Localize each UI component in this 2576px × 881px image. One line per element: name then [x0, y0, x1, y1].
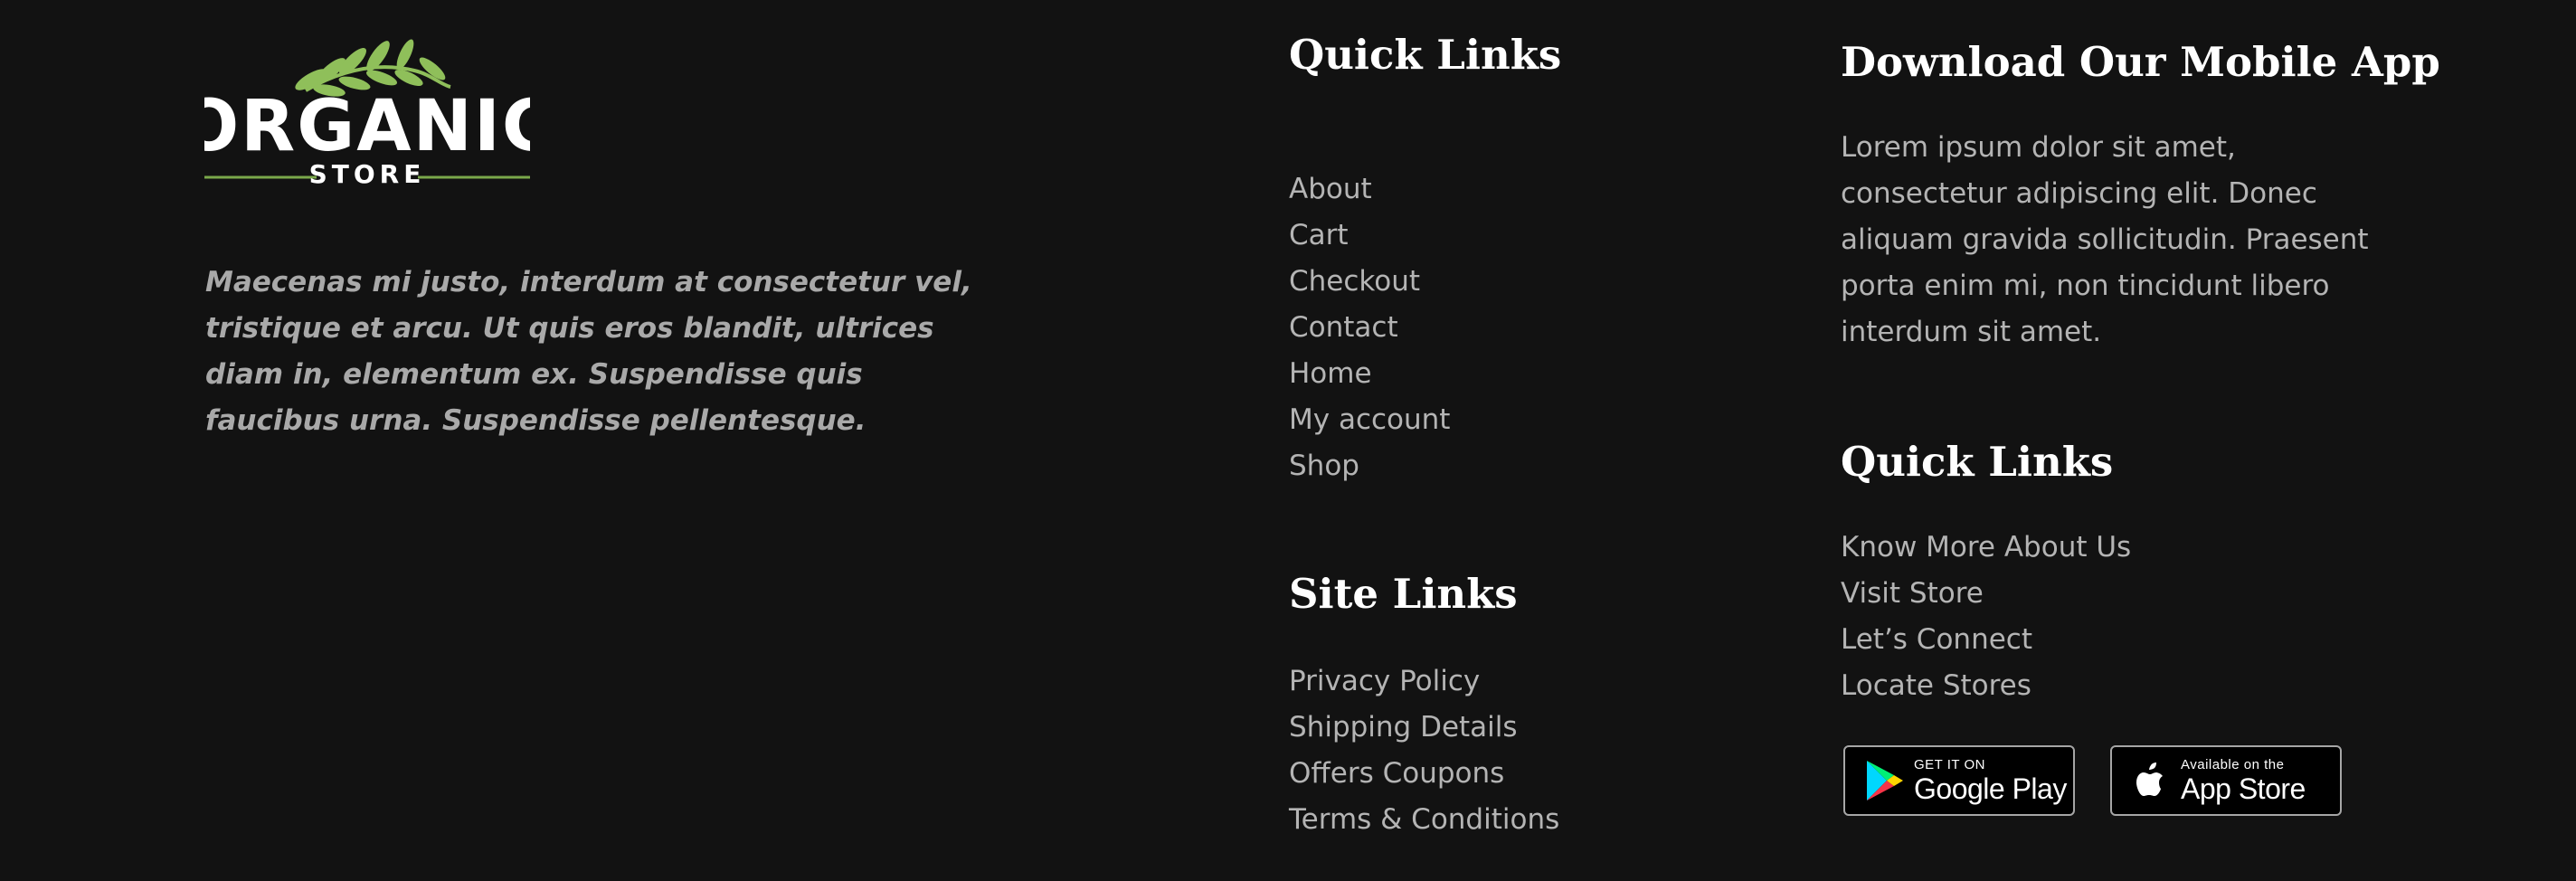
site-links-heading: Site Links [1289, 570, 1518, 618]
site-link-terms-conditions[interactable]: Terms & Conditions [1289, 797, 1559, 843]
logo-graphic: ORGANIC STORE [204, 39, 530, 185]
logo-word: ORGANIC [204, 86, 530, 167]
google-play-icon [1867, 761, 1903, 800]
site-link-shipping-details[interactable]: Shipping Details [1289, 705, 1559, 751]
google-badge-big: Google Play [1914, 772, 2067, 805]
quick-links-2-list: Know More About Us Visit Store Let’s Con… [1841, 525, 2131, 709]
apple-badge-big: App Store [2181, 772, 2306, 805]
app-store-badge[interactable]: Available on the App Store [2110, 745, 2342, 816]
quick-links-heading: Quick Links [1289, 31, 1562, 79]
quick-link-about[interactable]: About [1289, 166, 1450, 213]
mobile-app-heading: Download Our Mobile App [1841, 38, 2440, 86]
quick-link-home[interactable]: Home [1289, 351, 1450, 397]
google-play-badge[interactable]: GET IT ON Google Play [1843, 745, 2075, 816]
brand-description: Maecenas mi justo, interdum at consectet… [205, 266, 972, 437]
quick-link-my-account[interactable]: My account [1289, 397, 1450, 443]
quick-links-list: About Cart Checkout Contact Home My acco… [1289, 166, 1450, 489]
link-visit-store[interactable]: Visit Store [1841, 571, 2131, 617]
site-link-offers-coupons[interactable]: Offers Coupons [1289, 751, 1559, 797]
organic-store-logo[interactable]: ORGANIC STORE [204, 34, 530, 185]
quick-link-contact[interactable]: Contact [1289, 305, 1450, 351]
quick-link-cart[interactable]: Cart [1289, 213, 1450, 259]
apple-badge-small: Available on the [2181, 757, 2285, 772]
link-locate-stores[interactable]: Locate Stores [1841, 663, 2131, 709]
link-lets-connect[interactable]: Let’s Connect [1841, 617, 2131, 663]
site-links-list: Privacy Policy Shipping Details Offers C… [1289, 658, 1559, 843]
link-know-more-about-us[interactable]: Know More About Us [1841, 525, 2131, 571]
apple-icon [2136, 763, 2163, 796]
mobile-app-description: Lorem ipsum dolor sit amet, consectetur … [1841, 131, 2369, 348]
quick-link-checkout[interactable]: Checkout [1289, 259, 1450, 305]
site-link-privacy-policy[interactable]: Privacy Policy [1289, 658, 1559, 705]
google-badge-small: GET IT ON [1914, 757, 1985, 772]
quick-link-shop[interactable]: Shop [1289, 443, 1450, 489]
logo-sub: STORE [309, 159, 426, 185]
quick-links-2-heading: Quick Links [1841, 438, 2114, 486]
